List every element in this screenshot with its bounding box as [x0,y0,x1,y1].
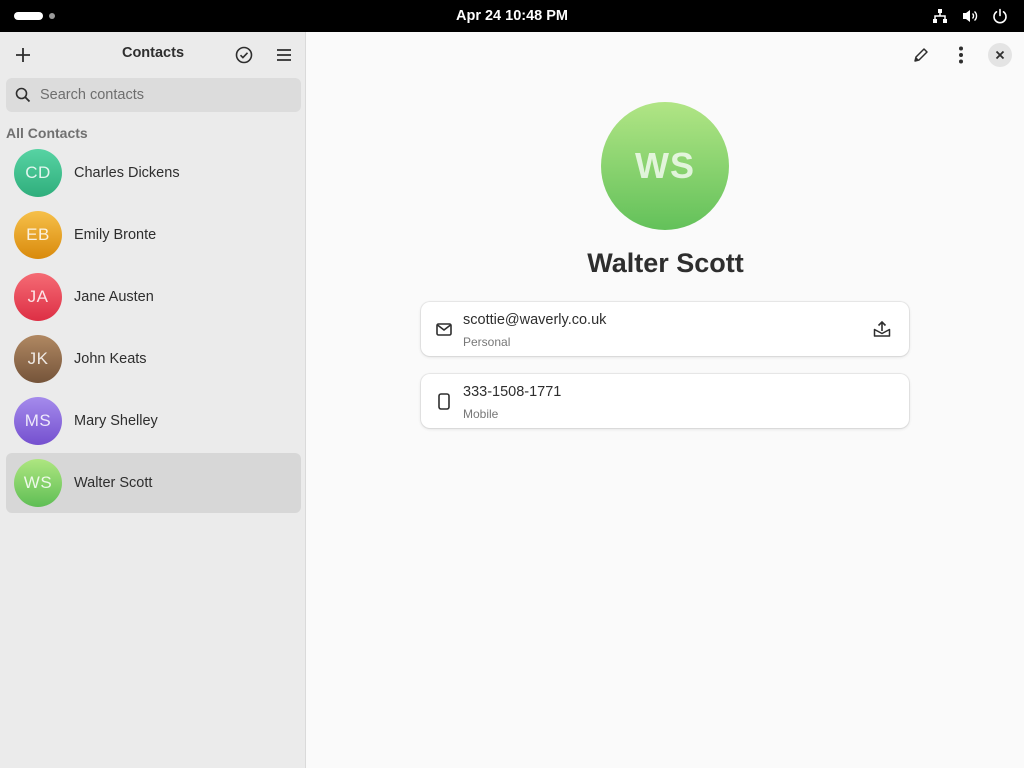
phone-icon [435,392,453,410]
contact-name: Mary Shelley [74,413,158,429]
contact-list-item[interactable]: EB Emily Bronte [6,204,301,266]
search-input[interactable] [40,87,290,103]
contact-name: John Keats [74,351,147,367]
phone-row[interactable]: 333-1508-1771 Mobile [421,374,909,428]
section-label-all-contacts: All Contacts [6,125,88,141]
contact-full-name: Walter Scott [587,248,744,278]
more-options-button[interactable] [944,38,978,72]
contact-list-item[interactable]: CD Charles Dickens [6,142,301,204]
sidebar-title: Contacts [121,45,185,61]
system-tray[interactable] [930,6,1010,26]
volume-icon [960,6,980,26]
contact-list-item[interactable]: JK John Keats [6,328,301,390]
edit-contact-button[interactable] [904,38,938,72]
network-icon [930,6,950,26]
avatar: CD [14,149,62,197]
select-contacts-button[interactable] [227,38,261,72]
contact-name: Jane Austen [74,289,154,305]
contacts-sidebar: Contacts All Contacts CD Charles Dickens… [0,32,306,768]
email-value[interactable]: scottie@waverly.co.uk [463,312,606,328]
avatar: JK [14,335,62,383]
search-icon [6,78,40,112]
phone-type: Mobile [463,407,499,421]
activities-indicator[interactable] [14,12,55,20]
phone-value[interactable]: 333-1508-1771 [463,384,561,400]
more-vertical-icon [959,46,963,64]
avatar: WS [14,459,62,507]
avatar: MS [14,397,62,445]
workspace-indicator [49,13,55,19]
contact-avatar: WS [601,102,729,230]
plus-icon [16,48,30,62]
avatar: EB [14,211,62,259]
email-type: Personal [463,335,511,349]
power-icon [990,6,1010,26]
contact-name: Emily Bronte [74,227,157,243]
avatar: JA [14,273,62,321]
contact-list-item-selected[interactable]: WS Walter Scott [6,453,301,513]
contact-name: Charles Dickens [74,165,180,181]
email-row[interactable]: scottie@waverly.co.uk Personal [421,302,909,356]
contact-list-item[interactable]: JA Jane Austen [6,266,301,328]
main-menu-button[interactable] [267,38,301,72]
clock[interactable]: Apr 24 10:48 PM [456,8,568,24]
add-contact-button[interactable] [6,38,40,72]
contact-detail-pane: WS Walter Scott scottie@waverly.co.uk Pe… [307,32,1024,768]
system-top-bar: Apr 24 10:48 PM [0,0,1024,32]
pencil-icon [914,48,928,62]
send-mail-icon [873,320,891,337]
close-button[interactable] [988,43,1012,67]
mail-icon [435,320,453,338]
close-icon [995,50,1005,60]
search-bar[interactable] [6,78,301,112]
contact-list: CD Charles Dickens EB Emily Bronte JA Ja… [6,142,301,513]
contact-list-item[interactable]: MS Mary Shelley [6,390,301,452]
hamburger-menu-icon [277,49,291,61]
check-circle-icon [235,46,253,64]
send-email-button[interactable] [867,314,897,344]
contact-name: Walter Scott [74,475,153,491]
workspace-active-indicator [14,12,43,20]
